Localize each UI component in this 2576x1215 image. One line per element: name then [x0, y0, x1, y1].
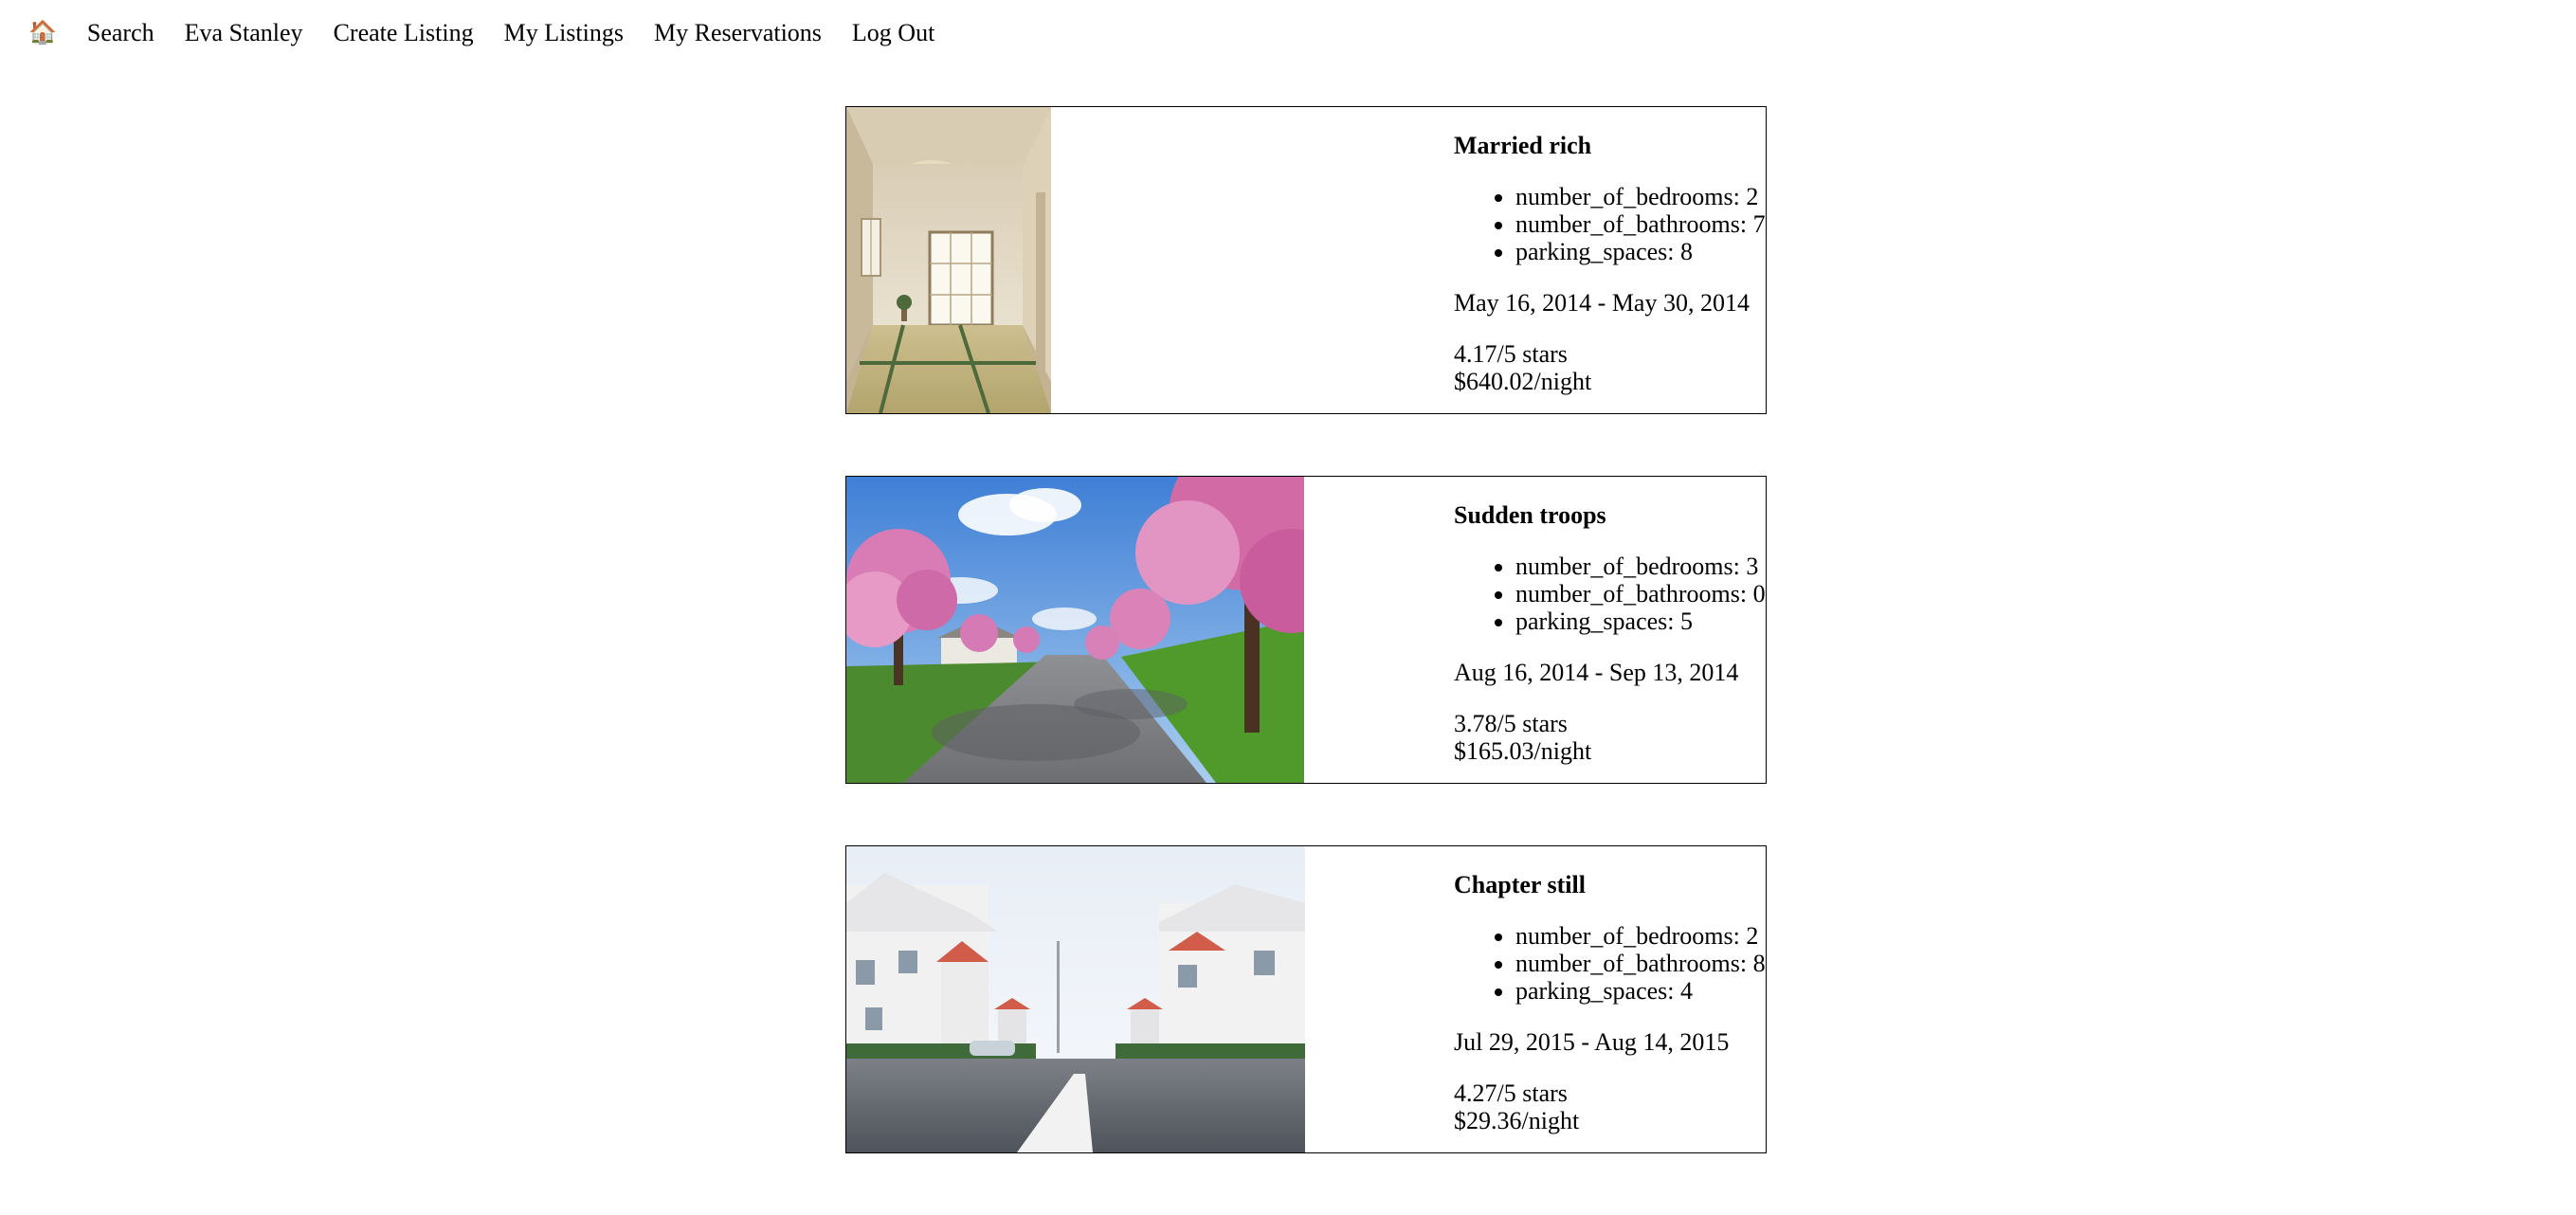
listing-card[interactable]: Chapter still number_of_bedrooms: 2 numb… [845, 845, 1767, 1153]
listing-features: number_of_bedrooms: 2 number_of_bathroom… [1454, 922, 1766, 1005]
feature-bathrooms: number_of_bathrooms: 7 [1515, 210, 1766, 238]
listing-rating: 3.78/5 stars [1454, 710, 1568, 737]
listing-rating: 4.17/5 stars [1454, 340, 1568, 368]
white-houses-street-photo [846, 846, 1305, 1152]
listing-price: $640.02/night [1454, 368, 1592, 395]
listing-image [846, 477, 1304, 783]
listing-info: Married rich number_of_bedrooms: 2 numbe… [1454, 107, 1766, 395]
listing-title: Chapter still [1454, 871, 1586, 898]
listing-dates: May 16, 2014 - May 30, 2014 [1454, 289, 1750, 317]
home-icon[interactable]: 🏠 [28, 22, 57, 45]
listing-features: number_of_bedrooms: 3 number_of_bathroom… [1454, 553, 1766, 635]
nav-profile-link[interactable]: Eva Stanley [185, 19, 303, 47]
listing-rating: 4.27/5 stars [1454, 1079, 1568, 1107]
cherry-blossom-street-photo [846, 477, 1304, 783]
nav-my-reservations-link[interactable]: My Reservations [654, 19, 822, 47]
nav-create-listing-link[interactable]: Create Listing [334, 19, 474, 47]
listing-card[interactable]: Sudden troops number_of_bedrooms: 3 numb… [845, 476, 1767, 784]
nav-my-listings-link[interactable]: My Listings [504, 19, 624, 47]
top-nav: 🏠 Search Eva Stanley Create Listing My L… [28, 13, 934, 53]
listing-image [846, 846, 1305, 1152]
listing-price: $165.03/night [1454, 737, 1592, 765]
listing-dates: Aug 16, 2014 - Sep 13, 2014 [1454, 659, 1739, 686]
listing-dates: Jul 29, 2015 - Aug 14, 2015 [1454, 1028, 1730, 1056]
nav-log-out-link[interactable]: Log Out [852, 19, 934, 47]
listing-price: $29.36/night [1454, 1107, 1580, 1134]
listing-title: Married rich [1454, 132, 1592, 159]
feature-parking: parking_spaces: 5 [1515, 608, 1766, 635]
nav-search-link[interactable]: Search [87, 19, 154, 47]
listing-features: number_of_bedrooms: 2 number_of_bathroom… [1454, 183, 1766, 265]
feature-bedrooms: number_of_bedrooms: 3 [1515, 553, 1766, 580]
listing-info: Chapter still number_of_bedrooms: 2 numb… [1454, 846, 1766, 1134]
interior-room-photo [846, 107, 1051, 413]
listing-image [846, 107, 1051, 413]
feature-parking: parking_spaces: 4 [1515, 977, 1766, 1005]
feature-bathrooms: number_of_bathrooms: 8 [1515, 950, 1766, 977]
listings-list: Married rich number_of_bedrooms: 2 numbe… [845, 106, 1767, 1215]
feature-bedrooms: number_of_bedrooms: 2 [1515, 183, 1766, 210]
feature-bathrooms: number_of_bathrooms: 0 [1515, 580, 1766, 608]
listing-card[interactable]: Married rich number_of_bedrooms: 2 numbe… [845, 106, 1767, 414]
feature-bedrooms: number_of_bedrooms: 2 [1515, 922, 1766, 950]
feature-parking: parking_spaces: 8 [1515, 238, 1766, 265]
listing-info: Sudden troops number_of_bedrooms: 3 numb… [1454, 477, 1766, 765]
listing-title: Sudden troops [1454, 501, 1606, 529]
